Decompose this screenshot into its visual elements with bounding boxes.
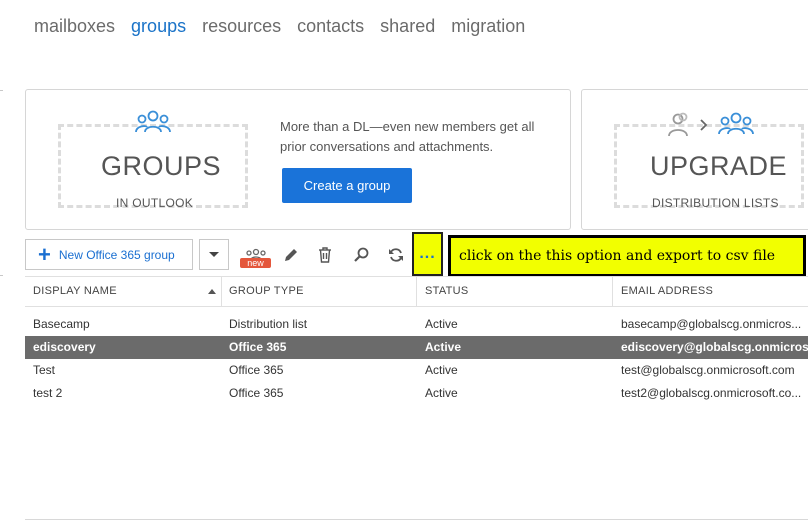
instruction-callout: click on the this option and export to c… bbox=[448, 235, 806, 277]
cell-display-name: ediscovery bbox=[33, 340, 96, 354]
cell-email: ediscovery@globalscg.onmicros... bbox=[621, 340, 808, 354]
nav-migration[interactable]: migration bbox=[451, 16, 525, 37]
edit-pencil-icon bbox=[285, 249, 297, 261]
refresh-button[interactable] bbox=[384, 243, 408, 267]
cell-status: Active bbox=[425, 386, 458, 400]
column-divider bbox=[221, 277, 222, 306]
top-nav: mailboxes groups resources contacts shar… bbox=[34, 16, 525, 37]
search-button[interactable] bbox=[349, 243, 373, 267]
table-row[interactable]: Basecamp Distribution list Active baseca… bbox=[25, 313, 808, 336]
upgrade-title: UPGRADE bbox=[650, 151, 788, 181]
sort-ascending-icon bbox=[208, 289, 216, 294]
edge-tick bbox=[0, 90, 3, 91]
cell-group-type: Office 365 bbox=[229, 386, 284, 400]
table-header: DISPLAY NAME GROUP TYPE STATUS EMAIL ADD… bbox=[25, 276, 808, 307]
plus-icon: + bbox=[38, 241, 51, 267]
nav-shared[interactable]: shared bbox=[380, 16, 435, 37]
groups-description: More than a DL—even new members get all … bbox=[280, 119, 535, 154]
groups-subtitle: IN OUTLOOK bbox=[116, 196, 194, 210]
edit-button[interactable] bbox=[279, 243, 303, 267]
groups-table: Basecamp Distribution list Active baseca… bbox=[25, 313, 808, 405]
cell-email: test@globalscg.onmicrosoft.com bbox=[621, 363, 795, 377]
cell-display-name: Basecamp bbox=[33, 317, 90, 331]
upgrade-person-to-group-icon bbox=[668, 112, 754, 137]
column-divider bbox=[416, 277, 417, 306]
divider bbox=[25, 519, 808, 520]
more-options-button[interactable]: ... bbox=[412, 232, 443, 276]
column-header-email-address[interactable]: EMAIL ADDRESS bbox=[621, 277, 713, 306]
table-row-selected[interactable]: ediscovery Office 365 Active ediscovery@… bbox=[25, 336, 808, 359]
cell-email: basecamp@globalscg.onmicros... bbox=[621, 317, 802, 331]
table-row[interactable]: Test Office 365 Active test@globalscg.on… bbox=[25, 359, 808, 382]
groups-title: GROUPS bbox=[101, 151, 222, 181]
groups-promo-card: GROUPS IN OUTLOOK More than a DL—even ne… bbox=[25, 89, 571, 230]
table-row[interactable]: test 2 Office 365 Active test2@globalscg… bbox=[25, 382, 808, 405]
cell-group-type: Office 365 bbox=[229, 363, 284, 377]
cell-display-name: Test bbox=[33, 363, 56, 377]
new-office365-group-button[interactable]: + New Office 365 group bbox=[25, 239, 193, 270]
dropdown-chevron-icon bbox=[209, 252, 219, 257]
edge-tick bbox=[0, 275, 3, 276]
more-options-icon: ... bbox=[419, 245, 436, 262]
nav-mailboxes[interactable]: mailboxes bbox=[34, 16, 115, 37]
people-group-icon bbox=[135, 110, 171, 133]
nav-contacts[interactable]: contacts bbox=[297, 16, 364, 37]
column-header-group-type[interactable]: GROUP TYPE bbox=[229, 277, 304, 306]
cell-email: test2@globalscg.onmicrosoft.co... bbox=[621, 386, 802, 400]
delete-button[interactable] bbox=[313, 243, 337, 267]
cell-group-type: Office 365 bbox=[229, 340, 287, 354]
upgrade-subtitle: DISTRIBUTION LISTS bbox=[652, 196, 779, 210]
column-header-status[interactable]: STATUS bbox=[425, 277, 469, 306]
cell-status: Active bbox=[425, 340, 462, 354]
cell-status: Active bbox=[425, 363, 458, 377]
column-divider bbox=[612, 277, 613, 306]
nav-groups[interactable]: groups bbox=[131, 16, 186, 37]
search-icon bbox=[354, 247, 369, 262]
upgrade-promo-card: UPGRADE DISTRIBUTION LISTS bbox=[581, 89, 808, 230]
cell-group-type: Distribution list bbox=[229, 317, 308, 331]
column-header-display-name[interactable]: DISPLAY NAME bbox=[33, 277, 117, 306]
create-group-button[interactable]: Create a group bbox=[282, 168, 412, 203]
cell-status: Active bbox=[425, 317, 458, 331]
delete-trash-icon bbox=[319, 247, 331, 263]
cell-display-name: test 2 bbox=[33, 386, 63, 400]
new-dropdown-button[interactable] bbox=[199, 239, 229, 270]
refresh-icon bbox=[389, 248, 403, 262]
new-badge: new bbox=[240, 258, 271, 268]
nav-resources[interactable]: resources bbox=[202, 16, 281, 37]
new-group-label: New Office 365 group bbox=[58, 247, 175, 262]
